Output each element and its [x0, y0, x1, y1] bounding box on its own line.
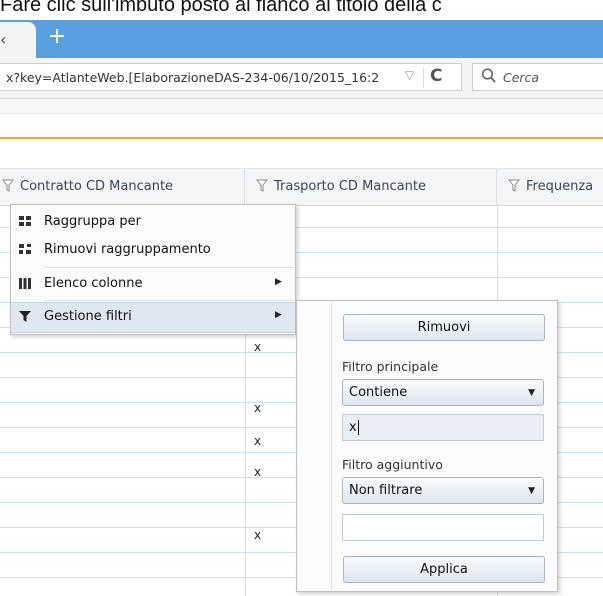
column-context-menu: Raggruppa per Rimuovi raggruppamento Ele… — [10, 204, 296, 335]
column-filter-icon[interactable] — [507, 179, 521, 193]
columns-icon — [19, 278, 31, 289]
column-header-frequenza[interactable]: Frequenza — [507, 169, 594, 205]
submenu-arrow-icon: ▶ — [275, 277, 282, 287]
menu-item-gestione-filtri[interactable]: Gestione filtri ▶ — [11, 302, 295, 333]
extra-filter-label: Filtro aggiuntivo — [342, 457, 443, 472]
url-dropdown-icon[interactable]: ▽ — [405, 68, 414, 82]
grid-cell[interactable]: x — [254, 528, 261, 542]
menu-item-raggruppa[interactable]: Raggruppa per — [11, 208, 295, 237]
column-header-label: Contratto CD Mancante — [20, 179, 174, 194]
main-filter-input[interactable]: x — [342, 414, 544, 441]
main-filter-label: Filtro principale — [342, 359, 439, 374]
column-divider[interactable] — [496, 169, 497, 205]
page-strip — [0, 99, 603, 114]
column-filter-icon[interactable] — [255, 179, 269, 193]
ungroup-icon — [19, 244, 31, 254]
browser-tab[interactable]: ‹ — [0, 22, 36, 58]
text-cursor — [357, 420, 359, 435]
menu-item-label: Rimuovi raggruppamento — [44, 242, 211, 257]
grid-cell[interactable]: x — [254, 465, 261, 479]
menu-separator — [44, 300, 294, 301]
instruction-caption: Fare clic sull'imbuto posto al fianco al… — [0, 0, 442, 16]
group-icon — [19, 216, 31, 226]
remove-filter-button[interactable]: Rimuovi — [343, 314, 545, 341]
apply-filter-button[interactable]: Applica — [343, 556, 545, 583]
column-header-contratto[interactable]: Contratto CD Mancante — [1, 169, 174, 205]
reload-icon[interactable]: C — [430, 66, 442, 86]
search-bar[interactable]: Cerca — [472, 63, 603, 91]
column-filter-icon[interactable] — [1, 179, 15, 193]
url-text[interactable]: x?key=AtlanteWeb.[ElaborazioneDAS-234-06… — [6, 70, 410, 85]
grid-cell[interactable]: x — [254, 340, 261, 354]
submenu-arrow-icon: ▶ — [275, 310, 282, 320]
chevron-down-icon: ▼ — [528, 388, 535, 398]
extra-filter-select-value: Non filtrare — [349, 483, 423, 498]
menu-item-label: Elenco colonne — [44, 276, 143, 291]
main-filter-input-value: x — [349, 420, 357, 435]
grid-cell[interactable]: x — [254, 401, 261, 415]
search-icon — [481, 68, 496, 83]
address-bar[interactable]: x?key=AtlanteWeb.[ElaborazioneDAS-234-06… — [0, 63, 462, 91]
extra-filter-input[interactable] — [342, 514, 544, 541]
extra-filter-select[interactable]: Non filtrare ▼ — [342, 477, 544, 504]
main-filter-select-value: Contiene — [349, 385, 408, 400]
menu-separator — [44, 267, 294, 268]
tab-close-icon[interactable]: ‹ — [0, 30, 6, 49]
search-placeholder: Cerca — [503, 70, 540, 85]
filter-icon — [19, 311, 31, 322]
menu-item-label: Raggruppa per — [44, 214, 141, 229]
browser-toolbar: x?key=AtlanteWeb.[ElaborazioneDAS-234-06… — [0, 58, 603, 99]
accent-line — [0, 137, 603, 139]
panel-gutter — [331, 301, 332, 591]
main-filter-select[interactable]: Contiene ▼ — [342, 379, 544, 406]
chevron-down-icon: ▼ — [528, 486, 535, 496]
filter-panel: Rimuovi Filtro principale Contiene ▼ x F… — [296, 300, 558, 592]
grid-header: Contratto CD Mancante Trasporto CD Manca… — [0, 168, 603, 206]
column-divider[interactable] — [244, 169, 245, 205]
menu-item-elenco-colonne[interactable]: Elenco colonne ▶ — [11, 270, 295, 299]
browser-tab-strip: ‹ + — [0, 20, 603, 58]
menu-item-label: Gestione filtri — [44, 309, 132, 324]
column-header-label: Trasporto CD Mancante — [274, 179, 426, 194]
grid-cell[interactable]: x — [254, 434, 261, 448]
column-header-trasporto[interactable]: Trasporto CD Mancante — [255, 169, 426, 205]
new-tab-button[interactable]: + — [42, 20, 72, 56]
menu-item-rimuovi-raggruppamento[interactable]: Rimuovi raggruppamento — [11, 236, 295, 265]
column-header-label: Frequenza — [526, 179, 594, 194]
url-separator — [423, 68, 424, 88]
